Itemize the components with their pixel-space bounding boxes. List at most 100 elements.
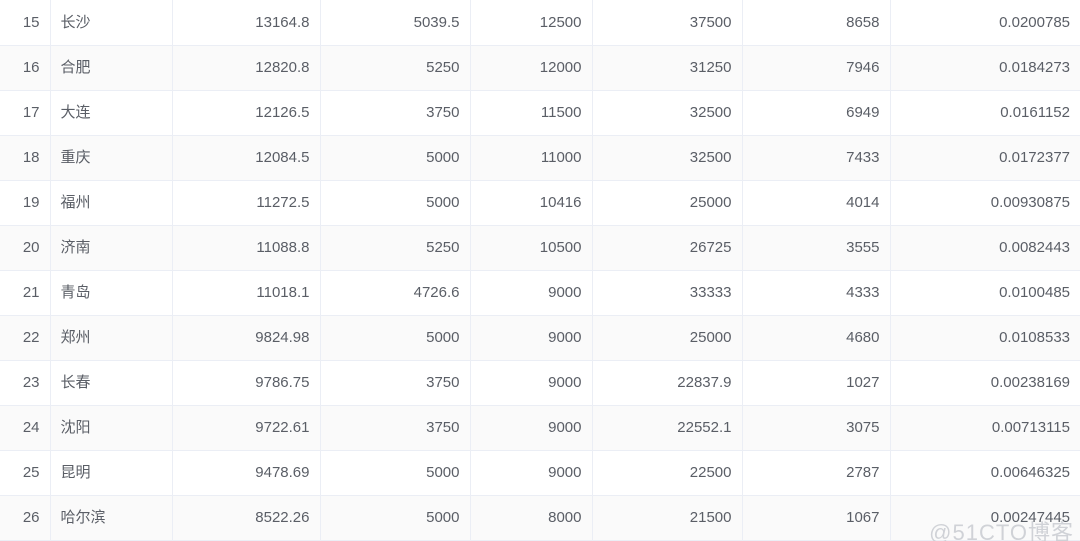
cell-m4: 26725 [592, 225, 743, 271]
cell-m3: 9000 [470, 450, 593, 496]
cell-m2: 5039.5 [320, 0, 471, 46]
table-row[interactable]: 23 长春 9786.75 3750 9000 22837.9 1027 0.00238169 [0, 360, 1080, 406]
cell-city: 福州 [50, 180, 173, 226]
cell-m1: 12084.5 [172, 135, 321, 181]
cell-m3: 11500 [470, 90, 593, 136]
cell-m2: 5000 [320, 180, 471, 226]
cell-m4: 25000 [592, 180, 743, 226]
cell-m5: 4014 [742, 180, 891, 226]
cell-city: 济南 [50, 225, 173, 271]
cell-m2: 5250 [320, 45, 471, 91]
cell-m2: 3750 [320, 90, 471, 136]
cell-m4: 21500 [592, 495, 743, 541]
cell-m2: 3750 [320, 360, 471, 406]
cell-m5: 4333 [742, 270, 891, 316]
cell-m4: 33333 [592, 270, 743, 316]
table-row[interactable]: 18 重庆 12084.5 5000 11000 32500 7433 0.0172377 [0, 135, 1080, 181]
cell-m6: 0.0100485 [890, 270, 1080, 316]
cell-m6: 0.0108533 [890, 315, 1080, 361]
table-row[interactable]: 21 青岛 11018.1 4726.6 9000 33333 4333 0.0100485 [0, 270, 1080, 316]
data-table-container: 15 长沙 13164.8 5039.5 12500 37500 8658 0.0200785… [0, 0, 1080, 541]
cell-m6: 0.00646325 [890, 450, 1080, 496]
cell-m3: 10416 [470, 180, 593, 226]
table-row[interactable]: 15 长沙 13164.8 5039.5 12500 37500 8658 0.0200785 [0, 0, 1080, 46]
cell-m6: 0.00930875 [890, 180, 1080, 226]
cell-m1: 12126.5 [172, 90, 321, 136]
cell-index: 22 [0, 315, 51, 361]
table-row[interactable]: 20 济南 11088.8 5250 10500 26725 3555 0.0082443 [0, 225, 1080, 271]
cell-city: 郑州 [50, 315, 173, 361]
table-row[interactable]: 16 合肥 12820.8 5250 12000 31250 7946 0.0184273 [0, 45, 1080, 91]
cell-city: 合肥 [50, 45, 173, 91]
cell-city: 长沙 [50, 0, 173, 46]
cell-m5: 8658 [742, 0, 891, 46]
cell-m4: 32500 [592, 135, 743, 181]
cell-index: 24 [0, 405, 51, 451]
cell-m4: 25000 [592, 315, 743, 361]
cell-m4: 32500 [592, 90, 743, 136]
table-row[interactable]: 26 哈尔滨 8522.26 5000 8000 21500 1067 0.00247445 [0, 495, 1080, 541]
cell-index: 15 [0, 0, 51, 46]
cell-m1: 13164.8 [172, 0, 321, 46]
cell-m1: 9786.75 [172, 360, 321, 406]
cell-city: 长春 [50, 360, 173, 406]
cell-m1: 11088.8 [172, 225, 321, 271]
cell-index: 16 [0, 45, 51, 91]
cell-index: 19 [0, 180, 51, 226]
cell-m3: 8000 [470, 495, 593, 541]
cell-index: 20 [0, 225, 51, 271]
cell-m4: 31250 [592, 45, 743, 91]
cell-m2: 3750 [320, 405, 471, 451]
cell-m1: 9824.98 [172, 315, 321, 361]
data-table: 15 长沙 13164.8 5039.5 12500 37500 8658 0.0200785… [0, 0, 1080, 541]
table-body: 15 长沙 13164.8 5039.5 12500 37500 8658 0.0200785… [0, 0, 1080, 541]
cell-m2: 5000 [320, 450, 471, 496]
cell-city: 哈尔滨 [50, 495, 173, 541]
cell-m6: 0.00247445 [890, 495, 1080, 541]
cell-m1: 11272.5 [172, 180, 321, 226]
cell-m5: 1027 [742, 360, 891, 406]
cell-m6: 0.0082443 [890, 225, 1080, 271]
cell-m2: 5250 [320, 225, 471, 271]
cell-m3: 9000 [470, 315, 593, 361]
cell-index: 23 [0, 360, 51, 406]
cell-m1: 8522.26 [172, 495, 321, 541]
cell-m1: 12820.8 [172, 45, 321, 91]
cell-m3: 11000 [470, 135, 593, 181]
cell-m6: 0.0184273 [890, 45, 1080, 91]
cell-index: 18 [0, 135, 51, 181]
cell-m2: 5000 [320, 315, 471, 361]
cell-m1: 9722.61 [172, 405, 321, 451]
cell-m3: 12000 [470, 45, 593, 91]
cell-city: 重庆 [50, 135, 173, 181]
cell-city: 大连 [50, 90, 173, 136]
table-row[interactable]: 17 大连 12126.5 3750 11500 32500 6949 0.0161152 [0, 90, 1080, 136]
cell-m2: 4726.6 [320, 270, 471, 316]
cell-m6: 0.00238169 [890, 360, 1080, 406]
table-row[interactable]: 24 沈阳 9722.61 3750 9000 22552.1 3075 0.00713115 [0, 405, 1080, 451]
table-row[interactable]: 19 福州 11272.5 5000 10416 25000 4014 0.00930875 [0, 180, 1080, 226]
cell-m1: 11018.1 [172, 270, 321, 316]
cell-m6: 0.0172377 [890, 135, 1080, 181]
cell-m3: 9000 [470, 360, 593, 406]
cell-m5: 7946 [742, 45, 891, 91]
table-row[interactable]: 25 昆明 9478.69 5000 9000 22500 2787 0.00646325 [0, 450, 1080, 496]
cell-m4: 22552.1 [592, 405, 743, 451]
cell-m5: 3555 [742, 225, 891, 271]
cell-m3: 12500 [470, 0, 593, 46]
cell-m2: 5000 [320, 135, 471, 181]
cell-m6: 0.0161152 [890, 90, 1080, 136]
cell-m3: 9000 [470, 405, 593, 451]
table-row[interactable]: 22 郑州 9824.98 5000 9000 25000 4680 0.0108533 [0, 315, 1080, 361]
cell-m4: 22837.9 [592, 360, 743, 406]
cell-index: 26 [0, 495, 51, 541]
cell-city: 沈阳 [50, 405, 173, 451]
cell-m5: 7433 [742, 135, 891, 181]
cell-index: 17 [0, 90, 51, 136]
cell-index: 25 [0, 450, 51, 496]
cell-m2: 5000 [320, 495, 471, 541]
cell-m3: 10500 [470, 225, 593, 271]
cell-m4: 22500 [592, 450, 743, 496]
cell-m3: 9000 [470, 270, 593, 316]
cell-m5: 4680 [742, 315, 891, 361]
